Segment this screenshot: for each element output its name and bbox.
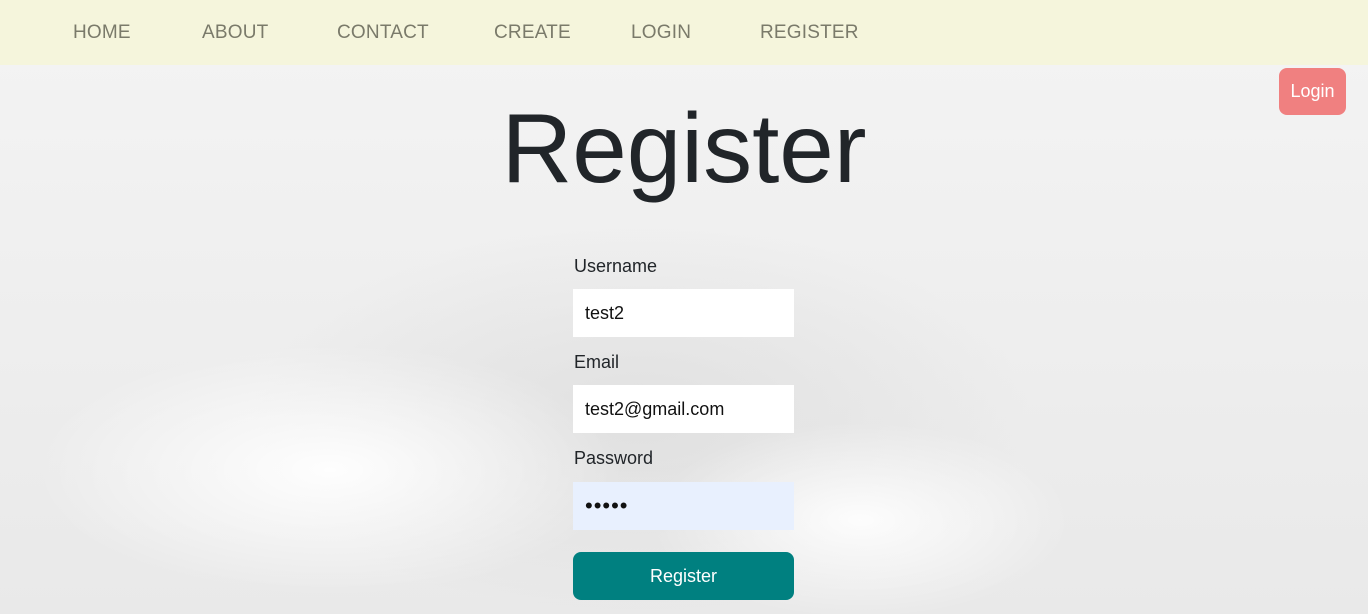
email-input[interactable] — [573, 385, 794, 433]
nav-link-create[interactable]: CREATE — [494, 22, 571, 44]
nav-link-home[interactable]: HOME — [73, 22, 131, 44]
page-title: Register — [501, 93, 867, 203]
password-input[interactable] — [573, 482, 794, 530]
nav-link-login[interactable]: LOGIN — [631, 22, 691, 44]
nav-link-about[interactable]: ABOUT — [202, 22, 268, 44]
nav-link-register[interactable]: REGISTER — [760, 22, 859, 44]
top-navbar: HOME ABOUT CONTACT CREATE LOGIN REGISTER — [0, 0, 1368, 65]
password-label: Password — [574, 448, 654, 468]
nav-link-contact[interactable]: CONTACT — [337, 22, 429, 44]
email-label: Email — [574, 352, 620, 372]
register-button[interactable]: Register — [573, 552, 794, 600]
username-label: Username — [574, 256, 658, 276]
username-input[interactable] — [573, 289, 794, 337]
